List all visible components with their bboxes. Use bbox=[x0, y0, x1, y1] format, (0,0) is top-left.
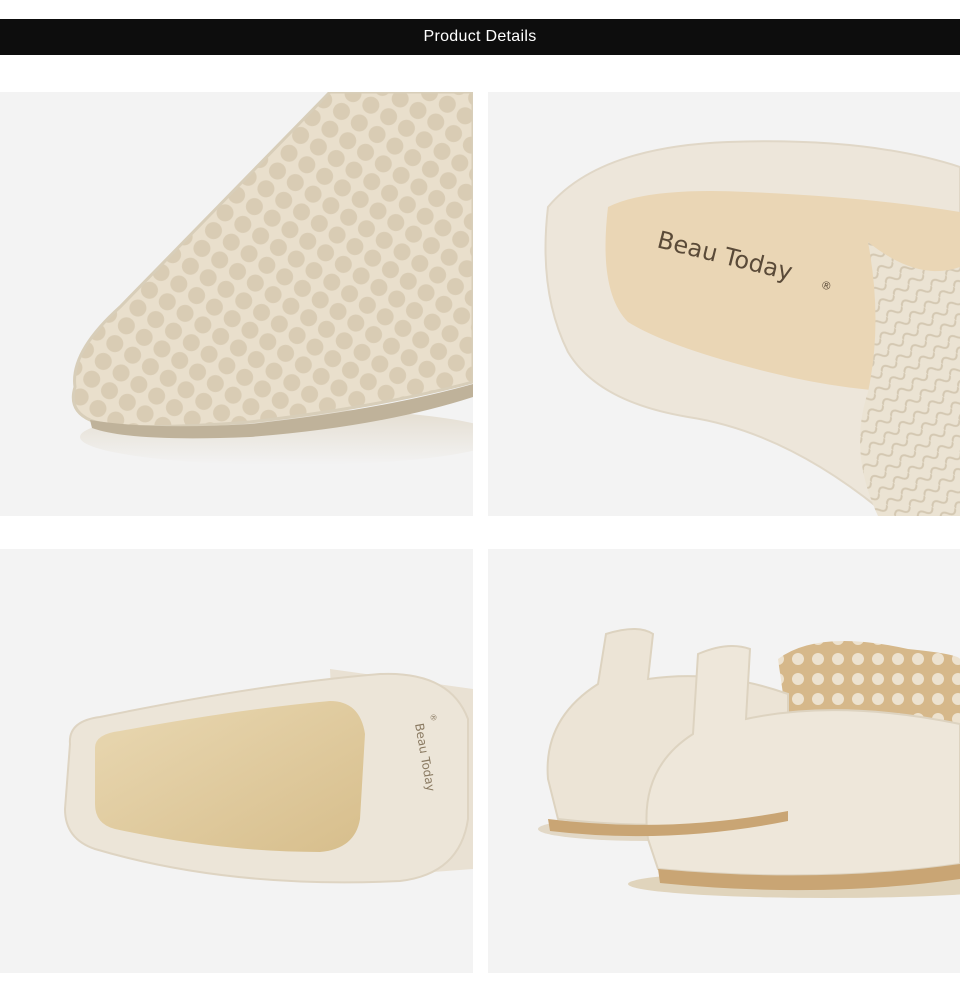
outsole-photo: Beau Today ® bbox=[0, 549, 473, 973]
heel-illustration bbox=[488, 549, 960, 973]
header-title: Product Details bbox=[423, 28, 537, 45]
woven-toe-photo bbox=[0, 92, 473, 516]
heel-back-photo bbox=[488, 549, 960, 973]
woven-toe-illustration bbox=[0, 92, 473, 516]
insole-illustration: Beau Today ® bbox=[488, 92, 960, 516]
product-details-header: Product Details bbox=[0, 19, 960, 55]
outsole-brand-mark: ® bbox=[428, 713, 438, 722]
outsole-illustration: Beau Today ® bbox=[0, 549, 473, 973]
insole-brand-photo: Beau Today ® bbox=[488, 92, 960, 516]
